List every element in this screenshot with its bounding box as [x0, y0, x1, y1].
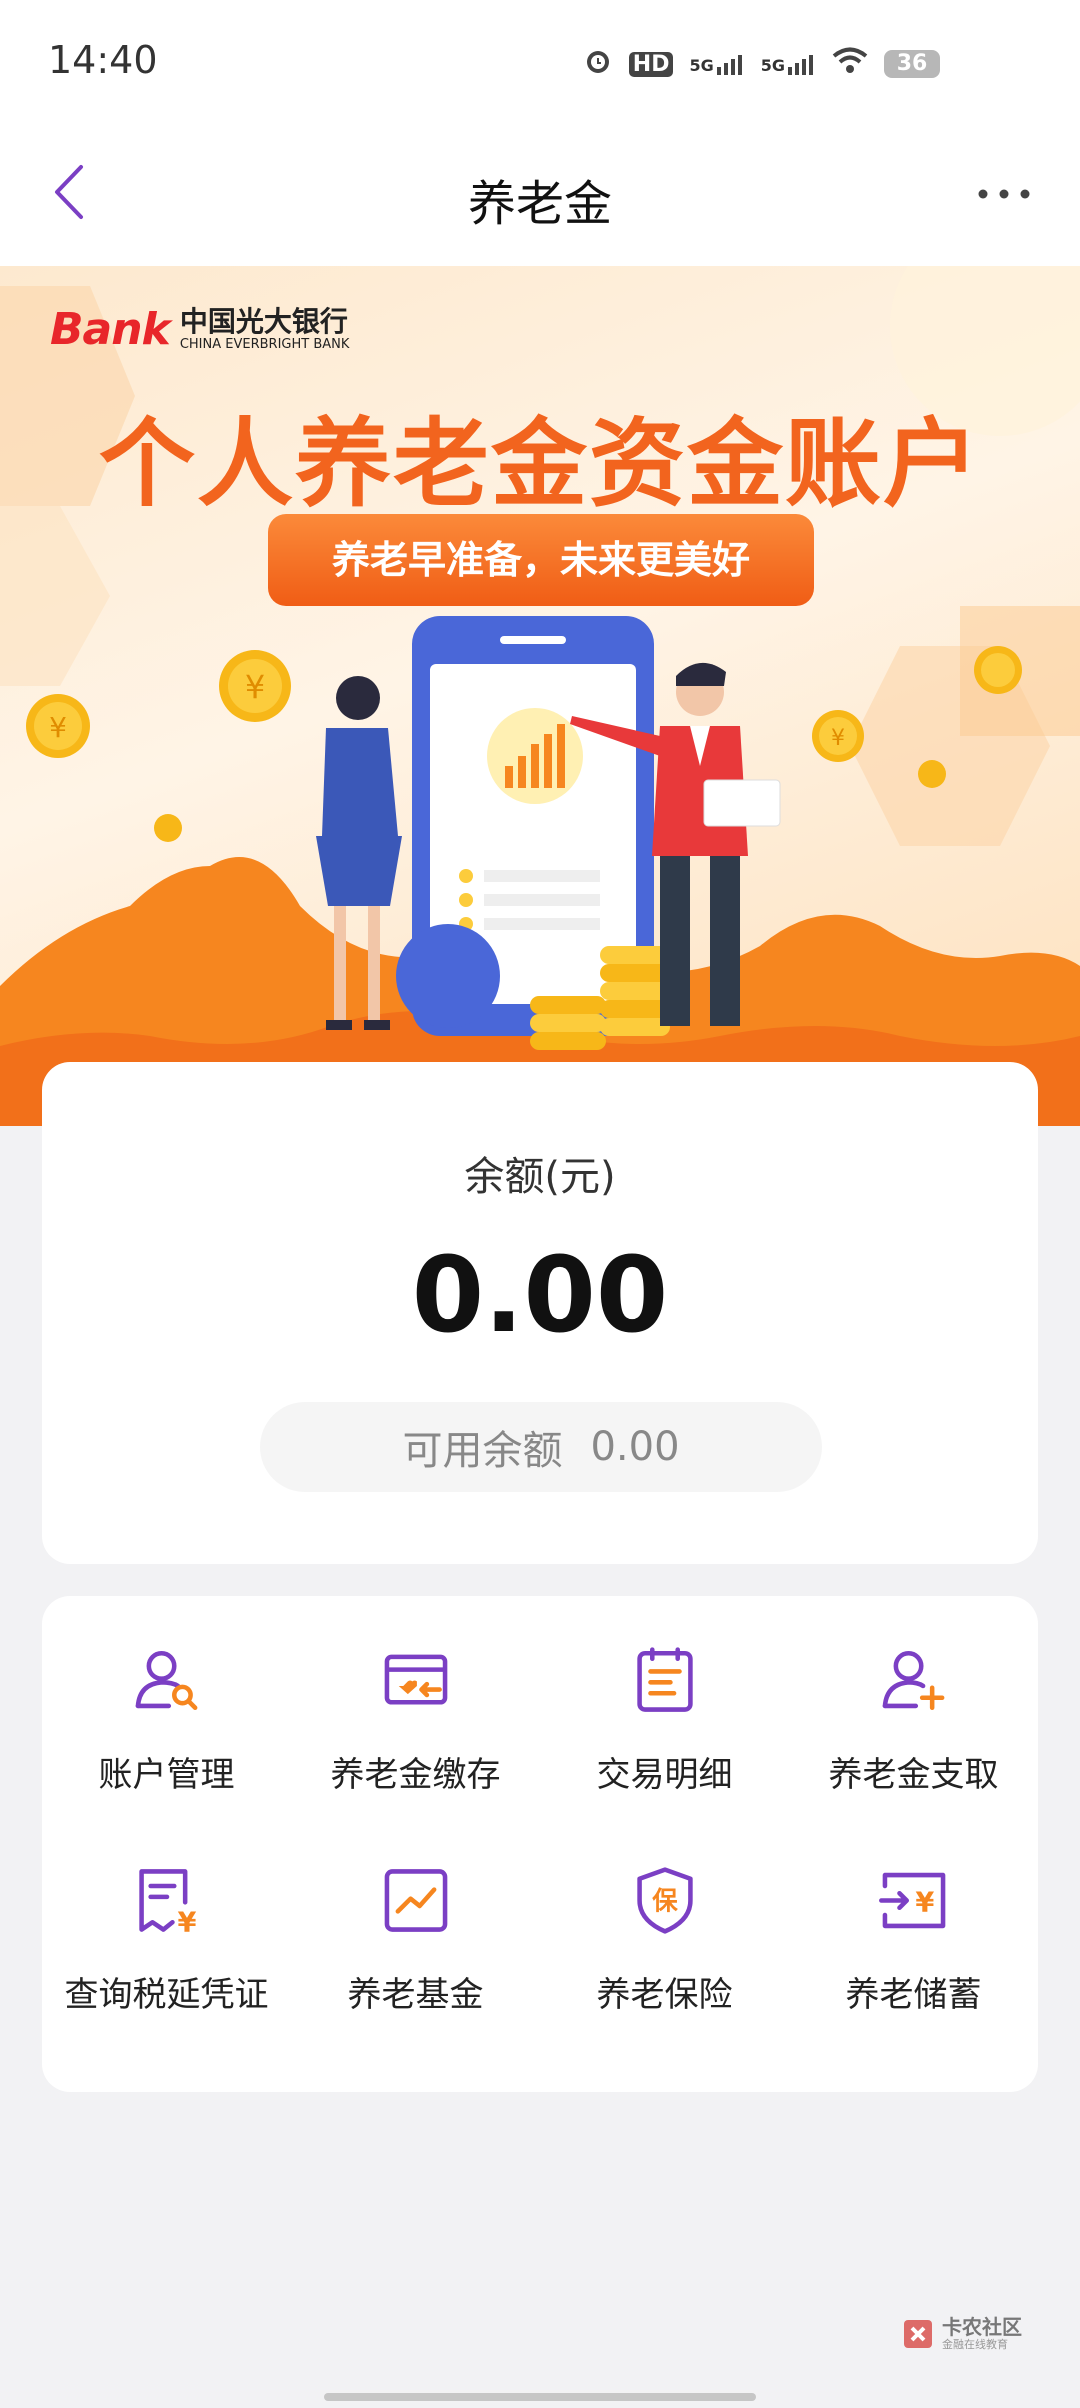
banner-illustration: ¥ ¥ ¥ [26, 616, 1022, 1050]
bank-logo: Bank 中国光大银行 CHINA EVERBRIGHT BANK [50, 304, 349, 355]
watermark-main: 卡农社区 [942, 2315, 1022, 2339]
coin-icon [974, 646, 1022, 694]
status-icons: HD 5G 5G 36 [583, 46, 940, 82]
woman-figure-illustration [316, 676, 402, 1030]
service-label: 交易明细 [596, 1755, 733, 1795]
available-balance-value: 0.00 [590, 1424, 680, 1470]
bank-logo-word: Bank [50, 304, 171, 355]
banner-title: 个人养老金资金账户 [99, 408, 981, 520]
service-pension-savings[interactable]: ¥ 养老储蓄 [789, 1816, 1038, 2016]
services-grid: 账户管理 养老金缴存 交易明细 养老金支取 ¥ 查询税延凭证 养老基金 保 养老… [42, 1596, 1038, 2092]
more-button[interactable] [964, 164, 1044, 224]
nav-bar: 养老金 [0, 124, 1080, 266]
transaction-detail-icon [636, 1647, 693, 1712]
svg-text:保: 保 [651, 1886, 678, 1916]
watermark: 卡农社区 金融在线教育 [900, 2316, 1022, 2352]
savings-transfer-icon: ¥ [878, 1872, 945, 1929]
service-label: 查询税延凭证 [64, 1975, 269, 2015]
signal-5g-icon-2: 5G [761, 53, 816, 75]
coin-icon [154, 814, 182, 842]
wifi-icon [832, 47, 868, 81]
svg-text:¥: ¥ [245, 668, 265, 706]
bank-name-cn: 中国光大银行 [179, 304, 348, 338]
promo-banner[interactable]: Bank 中国光大银行 CHINA EVERBRIGHT BANK 个人养老金资… [0, 266, 1080, 1126]
insurance-shield-icon: 保 [636, 1867, 693, 1934]
signal-5g-icon: 5G [689, 53, 744, 75]
service-account-management[interactable]: 账户管理 [42, 1596, 291, 1796]
status-bar: 14:40 HD 5G 5G 36 [0, 0, 1080, 124]
coin-icon: ¥ [26, 694, 90, 758]
service-transaction-detail[interactable]: 交易明细 [540, 1596, 789, 1796]
service-label: 养老金缴存 [330, 1755, 501, 1795]
ball-illustration [396, 924, 500, 1028]
balance-value: 0.00 [411, 1234, 669, 1356]
bank-name-en: CHINA EVERBRIGHT BANK [179, 336, 350, 352]
battery-icon: 36 [884, 50, 940, 78]
service-pension-withdraw[interactable]: 养老金支取 [789, 1596, 1038, 1796]
svg-text:¥: ¥ [915, 1887, 934, 1918]
more-dots-icon [978, 189, 1030, 199]
user-add-icon [882, 1650, 944, 1711]
card-deposit-icon [384, 1654, 447, 1705]
service-label: 养老基金 [347, 1975, 484, 2015]
page-title: 养老金 [467, 176, 612, 232]
tax-receipt-icon: ¥ [138, 1869, 196, 1935]
service-pension-fund[interactable]: 养老基金 [291, 1816, 540, 2016]
alarm-icon [583, 46, 613, 82]
fund-chart-icon [384, 1869, 447, 1932]
status-time: 14:40 [48, 38, 158, 82]
available-balance-label: 可用余额 [402, 1428, 563, 1474]
service-pension-insurance[interactable]: 保 养老保险 [540, 1816, 789, 2016]
balance-card: 余额(元) 0.00 可用余额 0.00 [42, 1062, 1038, 1564]
watermark-sub: 金融在线教育 [942, 2338, 1008, 2351]
service-label: 养老储蓄 [845, 1975, 982, 2015]
svg-text:¥: ¥ [831, 726, 845, 751]
home-indicator[interactable] [324, 2393, 756, 2401]
watermark-logo-icon [904, 2320, 932, 2348]
available-balance-pill: 可用余额 0.00 [260, 1402, 822, 1492]
hd-icon: HD [628, 51, 674, 77]
svg-text:¥: ¥ [49, 711, 67, 744]
user-search-icon [135, 1650, 197, 1711]
svg-text:¥: ¥ [177, 1907, 196, 1935]
coin-icon [918, 760, 946, 788]
service-label: 账户管理 [98, 1755, 235, 1795]
banner-slogan: 养老早准备，未来更美好 [268, 514, 814, 606]
coin-icon: ¥ [812, 710, 864, 762]
coin-icon: ¥ [219, 650, 291, 722]
balance-label: 余额(元) [464, 1154, 616, 1200]
service-label: 养老金支取 [828, 1755, 999, 1795]
service-pension-deposit[interactable]: 养老金缴存 [291, 1596, 540, 1796]
service-tax-receipt[interactable]: ¥ 查询税延凭证 [42, 1816, 291, 2016]
service-label: 养老保险 [596, 1975, 733, 2015]
